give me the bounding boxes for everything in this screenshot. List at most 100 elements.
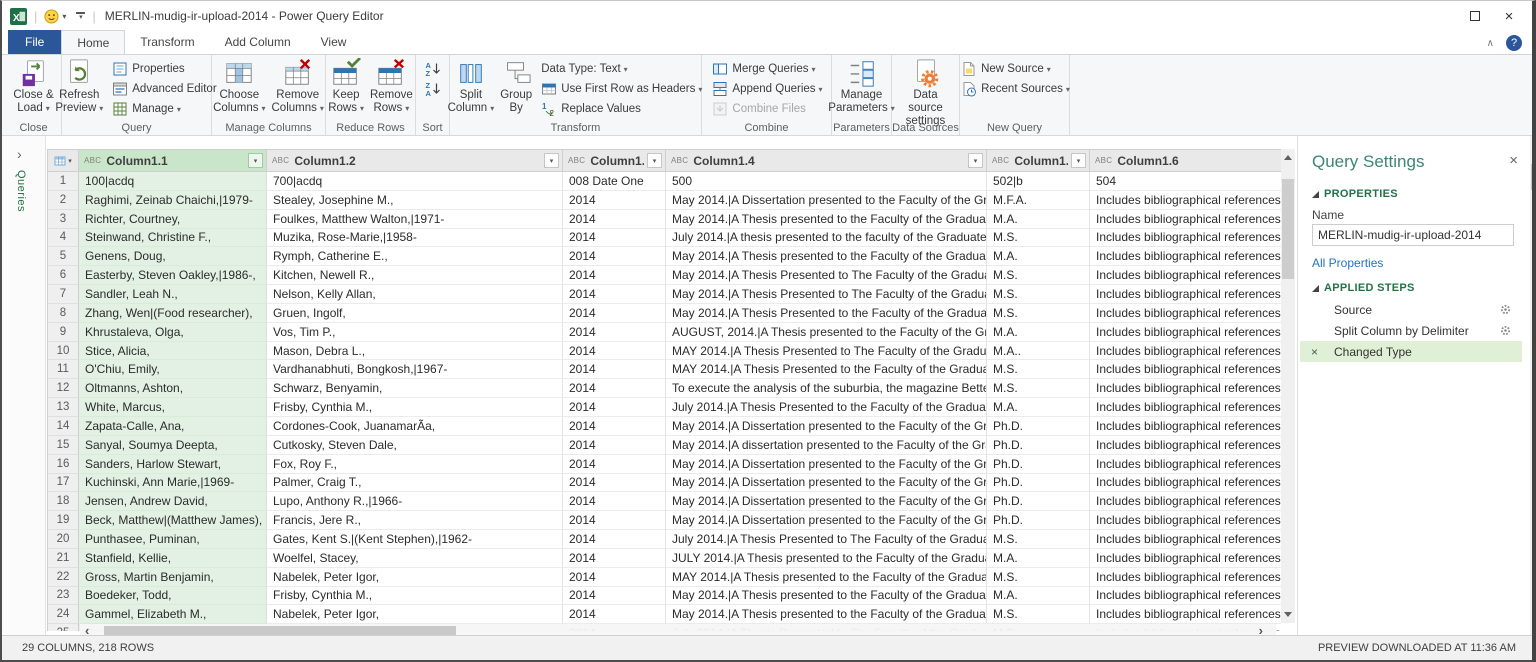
remove-rows-button[interactable]: Remove Rows▾ — [367, 57, 416, 115]
table-cell[interactable]: M.S. — [987, 285, 1090, 304]
table-cell[interactable]: Ph.D. — [987, 492, 1090, 511]
table-cell[interactable]: Includes bibliographical references (pag… — [1090, 323, 1281, 342]
filter-icon[interactable]: ▾ — [544, 153, 559, 168]
data-type-button[interactable]: Data Type: Text▾ — [537, 59, 706, 79]
tab-add-column[interactable]: Add Column — [210, 30, 306, 54]
row-number[interactable]: 19 — [48, 511, 79, 530]
table-cell[interactable]: May 2014.|A Thesis presented to the Facu… — [666, 210, 987, 229]
table-cell[interactable]: Sanders, Harlow Stewart, — [79, 455, 267, 474]
table-cell[interactable]: M.A. — [987, 210, 1090, 229]
table-cell[interactable]: 502|b — [987, 172, 1090, 191]
table-cell[interactable]: July 2014.|A Thesis Presented to The Fac… — [666, 530, 987, 549]
table-cell[interactable]: 2014 — [563, 304, 666, 323]
table-cell[interactable]: M.A.. — [987, 342, 1090, 361]
table-cell[interactable]: Richter, Courtney, — [79, 210, 267, 229]
table-cell[interactable]: Gross, Martin Benjamin, — [79, 568, 267, 587]
table-cell[interactable]: Includes bibliographical references (pag… — [1090, 474, 1281, 493]
help-icon[interactable]: ? — [1506, 35, 1522, 51]
table-cell[interactable]: AUGUST, 2014.|A Thesis presented to the … — [666, 323, 987, 342]
row-number[interactable]: 23 — [48, 587, 79, 606]
row-number[interactable]: 18 — [48, 492, 79, 511]
column-header[interactable]: ABCColumn1.2▾ — [267, 150, 563, 171]
panel-scrollbar[interactable] — [1530, 136, 1536, 638]
table-cell[interactable]: Zhang, Wen|(Food researcher), — [79, 304, 267, 323]
table-cell[interactable]: 2014 — [563, 191, 666, 210]
table-cell[interactable]: 2014 — [563, 474, 666, 493]
table-cell[interactable]: 2014 — [563, 360, 666, 379]
table-cell[interactable]: May 2014.|A Thesis Presented to the Facu… — [666, 304, 987, 323]
step-settings-icon[interactable] — [1499, 303, 1512, 316]
close-window-button[interactable]: × — [1492, 2, 1526, 30]
filter-icon[interactable]: ▾ — [647, 153, 662, 168]
table-cell[interactable]: M.A. — [987, 323, 1090, 342]
table-cell[interactable]: July 2014.|A Thesis Presented to the Fac… — [666, 398, 987, 417]
customize-quick-access-toolbar-icon[interactable]: ▾ — [76, 12, 85, 20]
table-cell[interactable]: May 2014.|A Dissertation presented to th… — [666, 455, 987, 474]
row-number[interactable]: 17 — [48, 474, 79, 493]
table-cell[interactable]: 500 — [666, 172, 987, 191]
table-cell[interactable]: 2014 — [563, 436, 666, 455]
maximize-button[interactable] — [1458, 2, 1492, 30]
table-cell[interactable]: M.S. — [987, 605, 1090, 624]
table-cell[interactable]: Includes bibliographical references (pag… — [1090, 605, 1281, 624]
table-cell[interactable]: Includes bibliographical references (pag… — [1090, 492, 1281, 511]
scroll-down-icon[interactable] — [1284, 612, 1292, 617]
table-cell[interactable]: 2014 — [563, 323, 666, 342]
row-number[interactable]: 22 — [48, 568, 79, 587]
table-cell[interactable]: 2014 — [563, 398, 666, 417]
query-name-input[interactable] — [1312, 224, 1514, 246]
row-number[interactable]: 21 — [48, 549, 79, 568]
table-cell[interactable]: 2014 — [563, 568, 666, 587]
select-all-corner[interactable]: ▾ — [48, 150, 79, 171]
table-cell[interactable]: Includes bibliographical references. — [1090, 304, 1281, 323]
table-cell[interactable]: Oltmanns, Ashton, — [79, 379, 267, 398]
manage-parameters-button[interactable]: Manage Parameters▾ — [829, 57, 895, 115]
table-cell[interactable]: May 2014.|A Thesis presented to the Facu… — [666, 587, 987, 606]
table-cell[interactable]: Kitchen, Newell R., — [267, 266, 563, 285]
table-cell[interactable]: 2014 — [563, 342, 666, 361]
table-cell[interactable]: Ph.D. — [987, 474, 1090, 493]
scroll-up-icon[interactable] — [1284, 155, 1292, 160]
table-cell[interactable]: Includes bibliographical references (pag… — [1090, 587, 1281, 606]
table-cell[interactable]: Cutkosky, Steven Dale, — [267, 436, 563, 455]
table-cell[interactable]: MAY 2014.|A Thesis presented to the Facu… — [666, 568, 987, 587]
table-cell[interactable]: Gates, Kent S.|(Kent Stephen),|1962- — [267, 530, 563, 549]
applied-step[interactable]: Source — [1300, 299, 1522, 320]
tab-view[interactable]: View — [306, 30, 362, 54]
row-number[interactable]: 10 — [48, 342, 79, 361]
table-cell[interactable]: Schwarz, Benyamin, — [267, 379, 563, 398]
table-cell[interactable]: 504 — [1090, 172, 1281, 191]
table-cell[interactable]: Includes bibliographical references (pag… — [1090, 191, 1281, 210]
row-number[interactable]: 14 — [48, 417, 79, 436]
properties-button[interactable]: Properties — [108, 59, 220, 79]
table-cell[interactable]: Ph.D. — [987, 436, 1090, 455]
new-source-button[interactable]: New Source▾ — [957, 59, 1074, 79]
table-cell[interactable]: Includes bibliographical references (pag… — [1090, 436, 1281, 455]
table-cell[interactable]: Steinwand, Christine F., — [79, 229, 267, 248]
table-cell[interactable]: M.S. — [987, 360, 1090, 379]
delete-step-icon[interactable]: × — [1311, 345, 1318, 359]
table-cell[interactable]: Ph.D. — [987, 417, 1090, 436]
row-number[interactable]: 24 — [48, 605, 79, 624]
table-cell[interactable]: Includes bibliographical references (pag… — [1090, 210, 1281, 229]
split-column-button[interactable]: Split Column▾ — [445, 57, 498, 115]
table-cell[interactable]: 2014 — [563, 455, 666, 474]
table-cell[interactable]: Cordones-Cook, JuanamarÃa, — [267, 417, 563, 436]
advanced-editor-button[interactable]: Advanced Editor — [108, 79, 220, 99]
row-number[interactable]: 12 — [48, 379, 79, 398]
row-number[interactable]: 16 — [48, 455, 79, 474]
applied-step[interactable]: ×Changed Type — [1300, 341, 1522, 362]
refresh-preview-button[interactable]: Refresh Preview▾ — [52, 57, 106, 115]
tab-file[interactable]: File — [8, 30, 61, 54]
table-cell[interactable]: Includes bibliographical references (pag… — [1090, 417, 1281, 436]
row-number[interactable]: 9 — [48, 323, 79, 342]
vertical-scroll-thumb[interactable] — [1282, 179, 1294, 279]
table-cell[interactable]: MAY 2014.|A Thesis Presented to the Facu… — [666, 360, 987, 379]
keep-rows-button[interactable]: Keep Rows▾ — [325, 57, 367, 115]
row-number[interactable]: 5 — [48, 247, 79, 266]
table-cell[interactable]: Includes bibliographical references (pag… — [1090, 360, 1281, 379]
recent-sources-button[interactable]: Recent Sources▾ — [957, 79, 1074, 99]
table-cell[interactable]: To execute the analysis of the suburbia,… — [666, 379, 987, 398]
table-cell[interactable]: Muzika, Rose-Marie,|1958- — [267, 229, 563, 248]
table-cell[interactable]: 2014 — [563, 587, 666, 606]
